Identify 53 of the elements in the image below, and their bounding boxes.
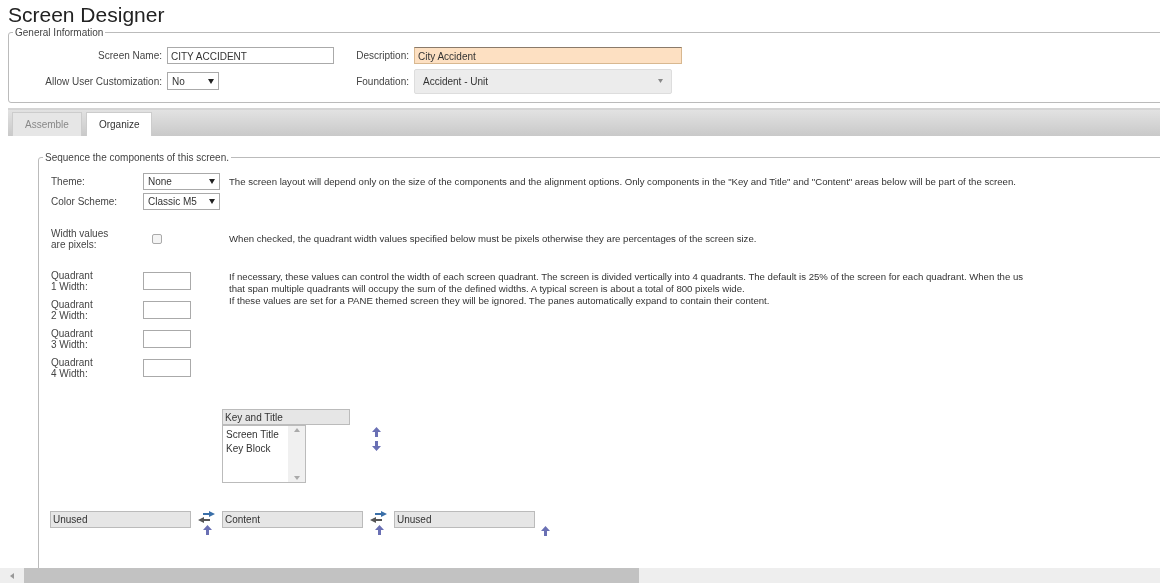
page-title: Screen Designer bbox=[8, 3, 165, 27]
up-arrow-icon[interactable] bbox=[541, 526, 550, 536]
up-arrow-icon[interactable] bbox=[372, 427, 381, 437]
text-field[interactable]: CITY ACCIDENT bbox=[167, 46, 334, 64]
down-arrow-icon[interactable] bbox=[372, 441, 381, 451]
field-label: Quadrant 2 Width: bbox=[51, 299, 94, 321]
dropdown[interactable]: Classic M5 bbox=[143, 193, 220, 210]
list-header: Unused bbox=[394, 511, 535, 528]
swap-arrows-icon[interactable] bbox=[197, 511, 217, 523]
horizontal-scrollbar[interactable] bbox=[0, 568, 1160, 583]
caret-icon bbox=[658, 79, 663, 83]
up-arrow-icon[interactable] bbox=[202, 525, 212, 535]
help-text: that span multiple quadrants will occupy the sum of the defined widths. A typical screen is about a total of 800 pixels wide. bbox=[229, 283, 746, 295]
dropdown[interactable]: No bbox=[167, 72, 219, 90]
list-box[interactable]: Screen Title Key Block bbox=[222, 425, 306, 483]
list-item[interactable]: Key Block bbox=[226, 442, 285, 456]
caret-icon bbox=[209, 179, 215, 184]
scroll-down-icon[interactable] bbox=[293, 476, 300, 480]
list-header: Content bbox=[222, 511, 363, 528]
swap-arrows-icon[interactable] bbox=[369, 511, 389, 523]
list-item[interactable]: Screen Title bbox=[226, 428, 285, 442]
up-arrow-icon[interactable] bbox=[374, 525, 384, 535]
input-field[interactable] bbox=[143, 359, 191, 377]
section-legend: General Information bbox=[13, 27, 106, 38]
help-text: If necessary, these values can control the width of each screen quadrant. The screen is divided vertically into 4 quadrants. The default is 25% of the screen for each quadrant. When the us bbox=[229, 271, 1025, 283]
field-label: Quadrant 3 Width: bbox=[51, 328, 94, 350]
dropdown[interactable]: None bbox=[143, 173, 220, 190]
field-label: Description: bbox=[355, 49, 409, 61]
input-field[interactable] bbox=[143, 301, 191, 319]
field-label: Screen Name: bbox=[97, 49, 162, 61]
field-label: Quadrant 4 Width: bbox=[51, 357, 94, 379]
field-label: Foundation: bbox=[355, 75, 409, 87]
tab[interactable]: Organize bbox=[85, 112, 153, 136]
list-header: Key and Title bbox=[222, 409, 350, 425]
help-text: If these values are set for a PANE themed screen they will be ignored. The panes automatically expand to contain their content. bbox=[229, 295, 771, 307]
text-field[interactable]: City Accident bbox=[414, 46, 682, 64]
caret-icon bbox=[208, 76, 214, 86]
field-label: Width values are pixels: bbox=[51, 228, 110, 250]
dropdown[interactable]: Accident - Unit bbox=[414, 68, 672, 94]
input-field[interactable] bbox=[143, 272, 191, 290]
checkbox[interactable] bbox=[152, 234, 162, 244]
field-label: Theme: bbox=[51, 176, 86, 187]
field-label: Color Scheme: bbox=[51, 196, 119, 207]
help-text: When checked, the quadrant width values specified below must be pixels otherwise they are percentages of the screen size. bbox=[229, 233, 758, 245]
list-header: Unused bbox=[50, 511, 191, 528]
scroll-up-icon[interactable] bbox=[293, 428, 300, 432]
section-legend: Sequence the components of this screen. bbox=[43, 152, 231, 163]
scroll-left-icon[interactable] bbox=[10, 572, 14, 579]
caret-icon bbox=[209, 199, 215, 204]
help-text: The screen layout will depend only on the size of the components and the alignment options. Only components in the "Key and Title" and "Content" areas below will be part of the screen. bbox=[229, 175, 1017, 188]
field-label: Quadrant 1 Width: bbox=[51, 270, 94, 292]
field-label: Allow User Customization: bbox=[44, 75, 162, 87]
input-field[interactable] bbox=[143, 330, 191, 348]
